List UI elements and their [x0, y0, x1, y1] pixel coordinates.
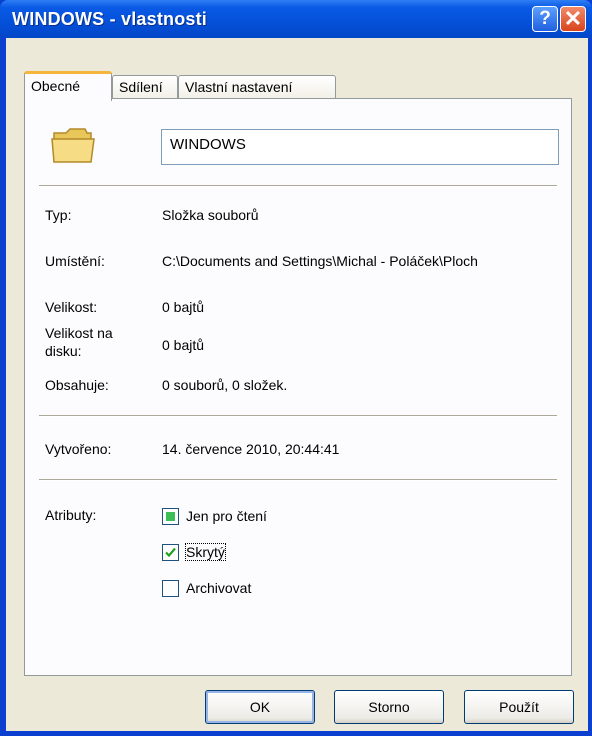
separator — [39, 479, 557, 481]
archive-checkbox-label[interactable]: Archivovat — [186, 580, 251, 596]
hidden-checkbox-label[interactable]: Skrytý — [185, 543, 226, 561]
created-value: 14. července 2010, 20:44:41 — [162, 441, 340, 457]
cancel-button[interactable]: Storno — [334, 690, 444, 724]
type-label: Typ: — [45, 207, 72, 223]
hidden-checkbox[interactable] — [162, 544, 179, 561]
tab-customize[interactable]: Vlastní nastavení — [178, 75, 336, 99]
location-value: C:\Documents and Settings\Michal - Poláč… — [162, 253, 478, 269]
help-icon: ? — [539, 8, 551, 29]
tab-sharing[interactable]: Sdílení — [112, 75, 178, 99]
attributes-label: Atributy: — [45, 507, 97, 523]
folder-icon — [51, 125, 95, 170]
apply-button[interactable]: Použít — [464, 690, 574, 724]
ok-button[interactable]: OK — [205, 690, 315, 724]
contains-value: 0 souborů, 0 složek. — [162, 377, 288, 393]
properties-window: WINDOWS - vlastnosti ? ✕ Obecné Sdílení … — [0, 0, 592, 736]
close-button[interactable]: ✕ — [560, 6, 586, 32]
check-icon — [165, 547, 176, 558]
size-on-disk-value: 0 bajtů — [162, 337, 205, 353]
location-label: Umístění: — [45, 253, 105, 269]
close-icon: ✕ — [563, 6, 583, 31]
help-button[interactable]: ? — [532, 6, 558, 32]
folder-name-input[interactable]: WINDOWS — [161, 129, 559, 165]
window-bottom-border — [0, 731, 592, 736]
created-label: Vytvořeno: — [45, 441, 112, 457]
type-value: Složka souborů — [162, 207, 259, 223]
tab-general[interactable]: Obecné — [24, 71, 112, 101]
readonly-checkbox[interactable] — [162, 508, 179, 525]
size-value: 0 bajtů — [162, 299, 205, 315]
window-title: WINDOWS - vlastnosti — [12, 9, 208, 29]
archive-checkbox[interactable] — [162, 580, 179, 597]
size-label: Velikost: — [45, 299, 98, 315]
title-bar[interactable]: WINDOWS - vlastnosti ? ✕ — [0, 0, 592, 38]
size-on-disk-label-line2: disku: — [45, 343, 82, 359]
general-tab-panel: WINDOWS Typ: Složka souborů Umístění: C:… — [24, 98, 572, 676]
tab-customize-label: Vlastní nastavení — [185, 79, 293, 95]
separator — [39, 185, 557, 187]
contains-label: Obsahuje: — [45, 377, 109, 393]
tab-sharing-label: Sdílení — [119, 79, 163, 95]
separator — [39, 415, 557, 417]
size-on-disk-label-line1: Velikost na — [45, 325, 113, 341]
dialog-body: Obecné Sdílení Vlastní nastavení WINDOWS… — [5, 38, 589, 731]
tab-general-label: Obecné — [31, 78, 81, 94]
readonly-checkbox-label[interactable]: Jen pro čtení — [186, 508, 267, 524]
